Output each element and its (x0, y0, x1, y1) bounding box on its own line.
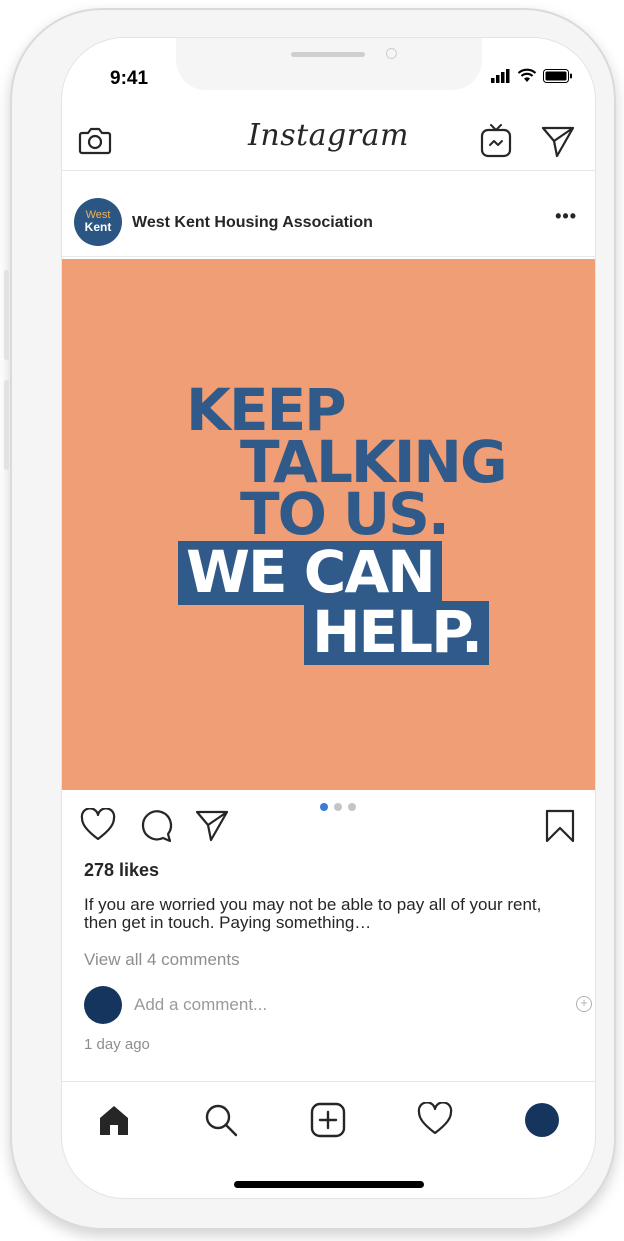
home-icon[interactable] (96, 1102, 132, 1138)
headline-line-4: WE CAN (178, 541, 442, 605)
like-count[interactable]: 278 likes (84, 860, 159, 881)
signal-icon (491, 68, 510, 83)
new-post-icon[interactable] (310, 1102, 346, 1138)
comment-icon[interactable] (138, 808, 174, 844)
bottom-tab-bar (62, 1081, 595, 1162)
instagram-logo[interactable]: Instagram (62, 118, 595, 153)
share-icon[interactable] (194, 808, 230, 842)
headline-line-5: HELP. (304, 601, 490, 665)
side-button (4, 380, 9, 470)
post-caption: If you are worried you may not be able t… (84, 895, 542, 932)
search-icon[interactable] (203, 1102, 239, 1138)
wifi-icon (517, 68, 537, 82)
igtv-icon[interactable] (480, 122, 512, 158)
status-icons (491, 68, 573, 83)
status-time: 9:41 (110, 68, 149, 89)
more-options-icon[interactable]: ••• (555, 206, 577, 227)
profile-avatar[interactable] (525, 1103, 559, 1137)
carousel-dot (348, 803, 356, 811)
user-avatar (84, 986, 122, 1024)
post-timestamp: 1 day ago (84, 1036, 150, 1053)
activity-heart-icon[interactable] (417, 1102, 453, 1136)
post-header: West Kent West Kent Housing Association … (62, 188, 595, 257)
headline-line-3: TO US. (240, 480, 450, 548)
instagram-header: Instagram (62, 112, 595, 171)
add-emoji-plus-icon[interactable]: + (576, 996, 592, 1012)
account-avatar[interactable]: West Kent (74, 198, 122, 246)
post-image[interactable]: KEEP TALKING TO US. WE CAN HELP. (62, 259, 595, 790)
add-comment-row: Add a comment... + (84, 986, 592, 1026)
side-button (4, 270, 9, 360)
account-username[interactable]: West Kent Housing Association (132, 214, 373, 232)
front-camera (386, 48, 397, 59)
home-indicator (234, 1181, 424, 1188)
like-heart-icon[interactable] (80, 808, 116, 842)
bookmark-icon[interactable] (544, 808, 576, 844)
battery-icon (543, 68, 572, 83)
phone-screen: 9:41 Instagram West Kent West Kent Housi… (62, 38, 595, 1198)
carousel-dot (334, 803, 342, 811)
carousel-dot (320, 803, 328, 811)
comment-input[interactable]: Add a comment... (134, 995, 267, 1015)
notch (176, 38, 482, 90)
direct-message-icon[interactable] (540, 124, 576, 158)
avatar-text-west: West (85, 209, 111, 221)
view-all-comments-link[interactable]: View all 4 comments (84, 950, 240, 970)
speaker (291, 52, 365, 57)
phone-frame: 9:41 Instagram West Kent West Kent Housi… (4, 8, 616, 1230)
carousel-indicator (320, 803, 356, 811)
avatar-text-kent: Kent (84, 220, 112, 234)
